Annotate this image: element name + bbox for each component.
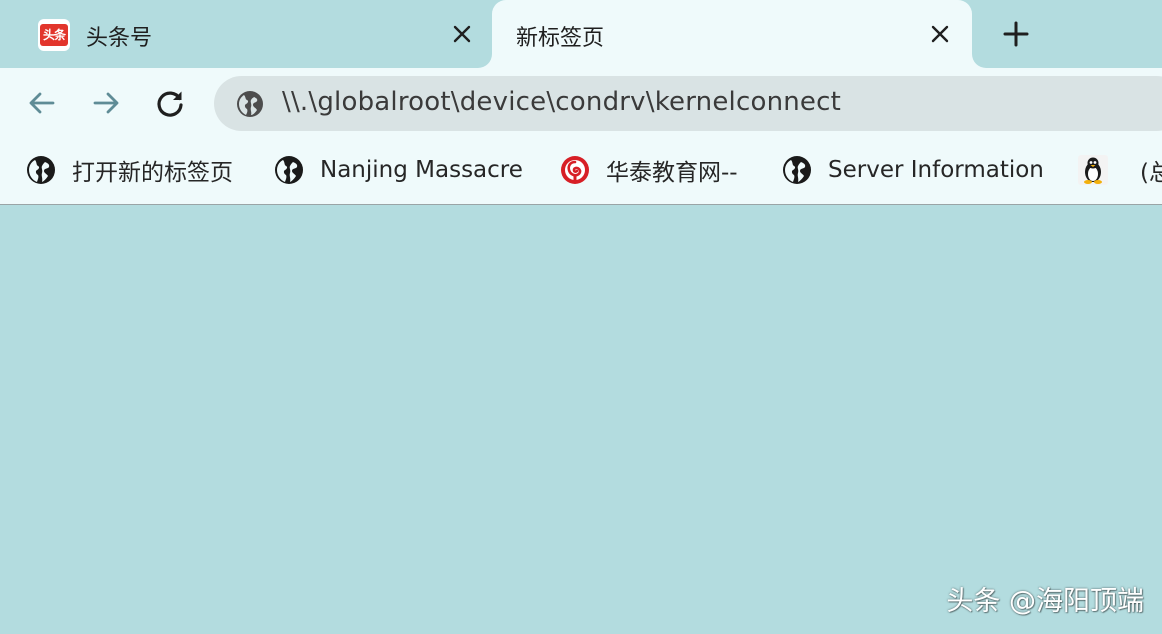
page-content: 头条 @海阳顶端 [0,205,1162,634]
bookmark-huatai-education[interactable]: 华泰教育网-- [560,152,738,188]
tab-strip: 头条 头条号 新标签页 [0,0,1162,68]
bookmark-server-information[interactable]: Server Information [782,152,1044,188]
bookmark-open-new-tab[interactable]: 打开新的标签页 [26,152,233,188]
globe-icon [783,156,811,184]
bookmarks-bar: 打开新的标签页 Nanjing Massacre 华泰教育网-- Server … [0,138,1162,205]
bookmark-label: (总 [1140,160,1162,186]
url-text: \\.\globalroot\device\condrv\kernelconne… [282,87,842,117]
watermark-text: 头条 @海阳顶端 [946,586,1144,617]
browser-window: 头条 头条号 新标签页 \\.\globalroot\device\condrv… [0,0,1162,634]
bookmark-label: 打开新的标签页 [72,160,233,186]
back-arrow-icon[interactable] [24,85,60,121]
globe-icon [27,156,55,184]
tab-new-tab[interactable]: 新标签页 [492,0,972,68]
huatai-logo-icon [561,156,589,184]
tab-toutiao[interactable]: 头条 头条号 [0,0,490,68]
reload-icon[interactable] [152,85,188,121]
globe-icon [275,156,303,184]
bookmark-nanjing-massacre[interactable]: Nanjing Massacre [274,152,523,188]
toolbar: \\.\globalroot\device\condrv\kernelconne… [0,68,1162,138]
toutiao-favicon-icon: 头条 [38,19,70,51]
new-tab-plus-icon[interactable] [1000,18,1032,50]
bookmark-label: Nanjing Massacre [320,157,523,183]
tux-penguin-icon [1078,155,1108,185]
tab-title: 头条号 [86,26,153,51]
close-icon[interactable] [450,22,474,46]
tab-title: 新标签页 [516,26,605,51]
close-icon[interactable] [928,22,952,46]
forward-arrow-icon[interactable] [88,85,124,121]
address-bar[interactable]: \\.\globalroot\device\condrv\kernelconne… [214,76,1162,131]
bookmark-label: Server Information [828,157,1044,183]
bookmark-label: 华泰教育网-- [606,160,738,186]
globe-icon[interactable] [236,90,264,118]
bookmark-tux[interactable]: (总 [1078,152,1162,188]
